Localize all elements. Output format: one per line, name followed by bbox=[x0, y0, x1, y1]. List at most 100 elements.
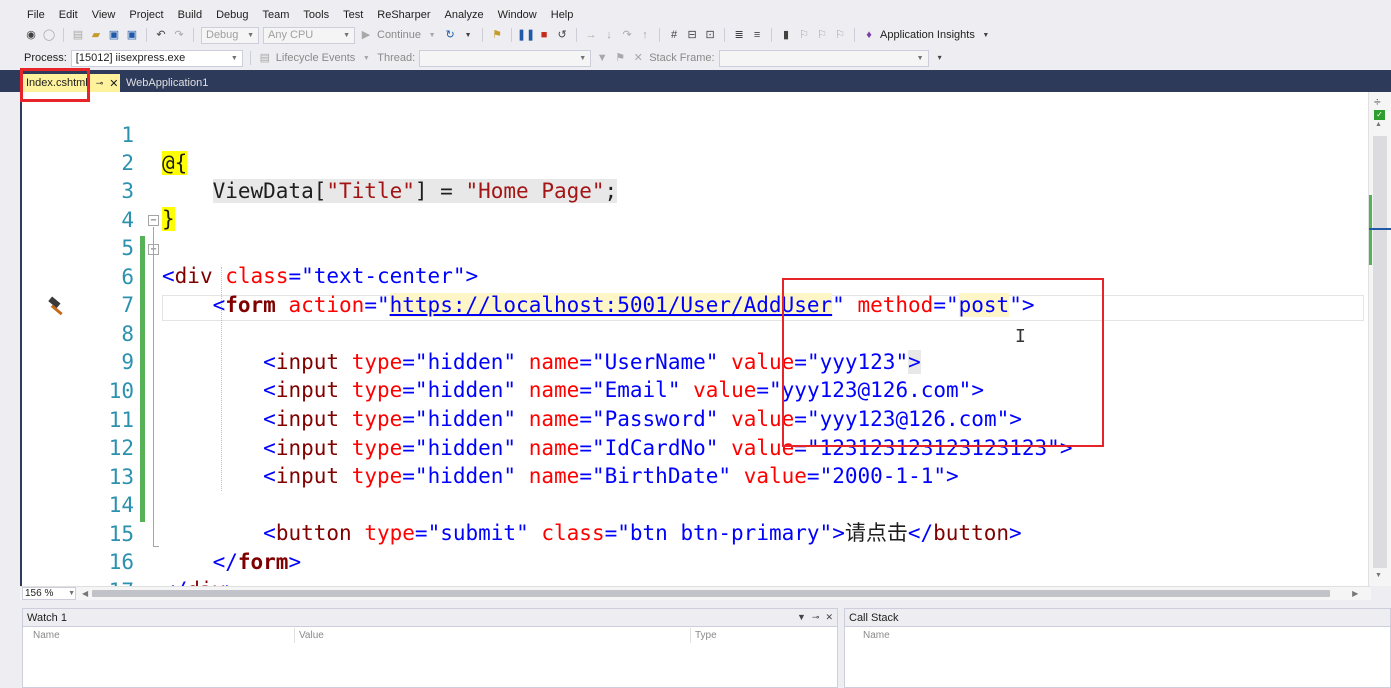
menu-item-analyze[interactable]: Analyze bbox=[437, 9, 490, 21]
toolbar-separator bbox=[193, 28, 194, 42]
toolbar-separator bbox=[146, 28, 147, 42]
code-line-11: 11 <input type="hidden" name="IdCardNo" … bbox=[0, 378, 1391, 460]
chevron-down-icon[interactable]: ▼ bbox=[461, 28, 475, 42]
watch-window-header: Watch 1 ▼ ⊸ ✕ bbox=[23, 609, 837, 627]
code-line-17: 17 bbox=[0, 549, 1391, 603]
toolbar-separator bbox=[249, 51, 251, 65]
menu-item-project[interactable]: Project bbox=[122, 9, 170, 21]
code-line-10: 10 <input type="hidden" name="Password" … bbox=[0, 349, 1391, 431]
clear-bookmarks-icon[interactable]: ⚐ bbox=[833, 28, 847, 42]
toolbar-overflow-icon[interactable]: ▾ bbox=[933, 51, 947, 65]
chevron-down-icon[interactable]: ▼ bbox=[425, 28, 439, 42]
lightbulb-icon[interactable]: ♦ bbox=[862, 28, 876, 42]
toolbar-separator bbox=[724, 28, 726, 42]
stop-icon[interactable]: ■ bbox=[537, 28, 551, 42]
show-next-statement-icon[interactable]: → bbox=[584, 28, 598, 42]
bookmark-icon[interactable]: ▮ bbox=[779, 28, 793, 42]
stack-frame-label: Stack Frame: bbox=[649, 52, 715, 64]
code-line-8: 8 <input type="hidden" name="UserName" v… bbox=[0, 292, 1391, 374]
step-out-icon[interactable]: ↑ bbox=[638, 28, 652, 42]
close-icon[interactable]: ✕ bbox=[109, 77, 118, 90]
column-header-name[interactable]: Name bbox=[29, 628, 295, 643]
pause-icon[interactable]: ❚❚ bbox=[517, 28, 535, 42]
process-value: [15012] iisexpress.exe bbox=[75, 52, 186, 64]
tab-label: WebApplication1 bbox=[126, 77, 209, 89]
step-over-icon[interactable]: ↷ bbox=[620, 28, 634, 42]
toolbar-separator bbox=[63, 28, 64, 42]
filter-icon[interactable]: ▼ bbox=[595, 51, 609, 65]
toolbar-separator bbox=[576, 28, 578, 42]
scroll-thumb[interactable] bbox=[92, 590, 1331, 597]
menu-bar: File Edit View Project Build Debug Team Tools Te… bbox=[0, 6, 1391, 24]
menu-item-debug[interactable]: Debug bbox=[209, 9, 255, 21]
pin-icon[interactable]: ⊸ bbox=[812, 612, 820, 623]
menu-item-build[interactable]: Build bbox=[171, 9, 209, 21]
solution-platform-select[interactable]: Any CPU ▼ bbox=[263, 26, 355, 44]
lifecycle-events-icon: ▤ bbox=[259, 51, 270, 64]
breakpoints-icon[interactable]: ⊡ bbox=[703, 28, 717, 42]
prev-bookmark-icon[interactable]: ⚐ bbox=[797, 28, 811, 42]
menu-item-team[interactable]: Team bbox=[256, 9, 297, 21]
chevron-down-icon: ▼ bbox=[343, 31, 350, 39]
chevron-down-icon[interactable]: ▼ bbox=[979, 28, 993, 42]
uncomment-lines-icon[interactable]: ≡ bbox=[750, 28, 764, 42]
restart-icon[interactable]: ↺ bbox=[555, 28, 569, 42]
zoom-value: 156 % bbox=[25, 588, 54, 599]
process-label: Process: bbox=[24, 52, 67, 64]
refresh-icon[interactable]: ↻ bbox=[443, 28, 457, 42]
flag-thread-icon[interactable]: ⚑ bbox=[613, 51, 627, 65]
process-select[interactable]: [15012] iisexpress.exe ▼ bbox=[70, 49, 243, 67]
continue-icon[interactable]: ▶ bbox=[359, 28, 373, 42]
save-icon[interactable]: ▣ bbox=[107, 28, 121, 42]
continue-button[interactable]: Continue bbox=[377, 29, 421, 41]
toolbar-separator bbox=[854, 28, 856, 42]
menu-item-view[interactable]: View bbox=[85, 9, 123, 21]
threads-toggle-icon[interactable]: ✕ bbox=[631, 51, 645, 65]
chevron-down-icon[interactable]: ▼ bbox=[359, 51, 373, 65]
tab-webapplication1[interactable]: WebApplication1 bbox=[120, 74, 240, 92]
chevron-down-icon: ▼ bbox=[916, 54, 924, 62]
next-bookmark-icon[interactable]: ⚐ bbox=[815, 28, 829, 42]
comment-lines-icon[interactable]: ≣ bbox=[732, 28, 746, 42]
forward-icon[interactable]: ◯ bbox=[42, 28, 56, 42]
column-header-name[interactable]: Name bbox=[859, 628, 1379, 643]
pin-icon[interactable]: ⊸ bbox=[96, 78, 104, 89]
menu-item-tools[interactable]: Tools bbox=[296, 9, 336, 21]
menu-item-window[interactable]: Window bbox=[491, 9, 544, 21]
save-all-icon[interactable]: ▣ bbox=[125, 28, 139, 42]
panel-title: Call Stack bbox=[849, 611, 899, 624]
new-project-icon[interactable]: ▤ bbox=[71, 28, 85, 42]
call-stack-window: Call Stack Name bbox=[844, 608, 1391, 688]
panel-title: Watch 1 bbox=[27, 611, 67, 624]
menu-item-file[interactable]: File bbox=[20, 9, 52, 21]
column-header-type[interactable]: Type bbox=[691, 628, 837, 643]
menu-item-help[interactable]: Help bbox=[544, 9, 581, 21]
threads-icon[interactable]: ⊟ bbox=[685, 28, 699, 42]
hex-display-icon[interactable]: # bbox=[667, 28, 681, 42]
step-into-icon[interactable]: ↓ bbox=[602, 28, 616, 42]
platform-value: Any CPU bbox=[268, 29, 314, 41]
back-icon[interactable]: ◉ bbox=[24, 28, 38, 42]
thread-select[interactable]: ▼ bbox=[419, 49, 592, 67]
close-icon[interactable]: ✕ bbox=[825, 612, 833, 623]
scroll-right-icon[interactable]: ▶ bbox=[1352, 589, 1358, 598]
undo-icon[interactable]: ↶ bbox=[154, 28, 168, 42]
watch-window: Watch 1 ▼ ⊸ ✕ Name Value Type bbox=[22, 608, 838, 688]
zoom-level-select[interactable]: 156 % ▼ bbox=[22, 587, 76, 600]
menu-item-test[interactable]: Test bbox=[336, 9, 370, 21]
toolbar-separator bbox=[511, 28, 513, 42]
column-header-value[interactable]: Value bbox=[295, 628, 691, 643]
redo-icon[interactable]: ↷ bbox=[172, 28, 186, 42]
scroll-left-icon[interactable]: ◀ bbox=[82, 589, 88, 598]
solution-configuration-select[interactable]: Debug ▼ bbox=[201, 26, 259, 44]
window-menu-icon[interactable]: ▼ bbox=[797, 612, 806, 623]
configuration-value: Debug bbox=[206, 29, 239, 41]
open-file-icon[interactable]: ▰ bbox=[89, 28, 103, 42]
browser-link-icon[interactable]: ⚑ bbox=[490, 28, 504, 42]
lifecycle-events-button[interactable]: Lifecycle Events bbox=[276, 52, 355, 64]
horizontal-scrollbar[interactable]: 156 % ▼ ◀ ▶ bbox=[20, 586, 1371, 600]
stack-frame-select[interactable]: ▼ bbox=[718, 49, 929, 67]
menu-item-resharper[interactable]: ReSharper bbox=[370, 9, 437, 21]
menu-item-edit[interactable]: Edit bbox=[52, 9, 85, 21]
application-insights-button[interactable]: Application Insights bbox=[880, 29, 975, 41]
